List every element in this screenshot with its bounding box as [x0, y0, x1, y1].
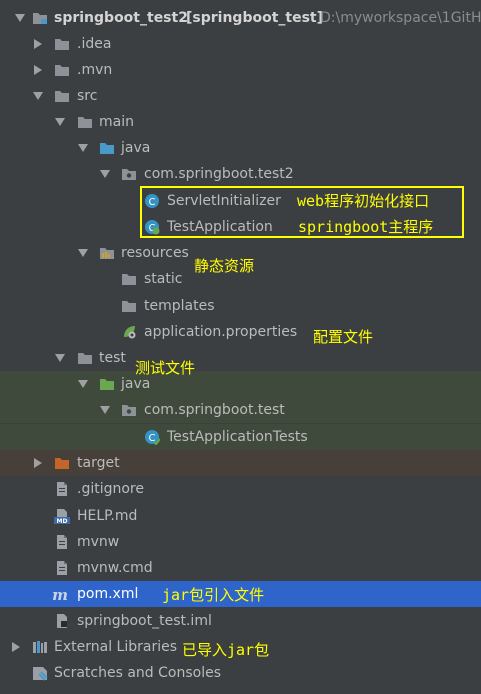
chevron-down-icon[interactable] — [54, 109, 66, 135]
chevron-right-icon[interactable] — [32, 450, 44, 476]
folder-icon — [55, 91, 69, 102]
tree-label: HELP.md — [77, 508, 138, 524]
tree-row-test[interactable]: test — [0, 345, 481, 371]
tree-row-help-md[interactable]: MD HELP.md — [0, 503, 481, 529]
source-folder-icon — [100, 143, 114, 154]
chevron-down-icon[interactable] — [54, 345, 66, 371]
tree-row-gitignore[interactable]: .gitignore — [0, 476, 481, 502]
tree-label: application.properties — [144, 324, 298, 340]
maven-icon: m — [52, 586, 68, 602]
tree-row-scratches[interactable]: Scratches and Consoles — [0, 660, 481, 686]
tree-label: com.springboot.test — [144, 402, 285, 418]
annotation-servlet: web程序初始化接口 — [297, 192, 430, 210]
chevron-right-icon[interactable] — [32, 57, 44, 83]
annotation-ext-libs: 已导入jar包 — [182, 641, 270, 659]
tree-label: java — [121, 140, 151, 156]
module-folder-icon — [33, 13, 47, 24]
tree-label: test — [99, 350, 126, 366]
tree-row-mvnw[interactable]: mvnw — [0, 529, 481, 555]
folder-icon — [78, 353, 92, 364]
folder-icon — [122, 274, 136, 285]
chevron-down-icon[interactable] — [77, 135, 89, 161]
chevron-down-icon[interactable] — [77, 240, 89, 266]
tree-label: .mvn — [77, 62, 113, 78]
folder-icon — [55, 39, 69, 50]
chevron-down-icon[interactable] — [99, 161, 111, 187]
chevron-down-icon[interactable] — [99, 397, 111, 423]
text-file-icon — [57, 482, 67, 496]
chevron-right-icon[interactable] — [10, 634, 22, 660]
tree-row-mvn[interactable]: .mvn — [0, 57, 481, 83]
tree-label: .gitignore — [77, 481, 144, 497]
chevron-down-icon[interactable] — [32, 83, 44, 109]
project-tree: springboot_test2 [springboot_test] D:\my… — [0, 0, 481, 694]
folder-icon — [55, 65, 69, 76]
tree-label: target — [77, 455, 120, 471]
text-file-icon — [57, 535, 67, 549]
spring-properties-icon — [124, 326, 136, 339]
folder-icon — [78, 117, 92, 128]
tree-row-java[interactable]: java — [0, 135, 481, 161]
test-source-folder-icon — [100, 379, 114, 390]
tree-label: static — [144, 271, 183, 287]
module-name: [springboot_test] — [186, 10, 324, 26]
svg-text:MD: MD — [57, 518, 68, 524]
tree-row-src[interactable]: src — [0, 83, 481, 109]
annotation-resources: 静态资源 — [194, 257, 255, 275]
tree-label: External Libraries — [54, 639, 177, 655]
resources-folder-icon — [100, 248, 114, 259]
excluded-folder-icon — [55, 458, 69, 469]
tree-row-application-properties[interactable]: application.properties — [0, 319, 481, 345]
tree-label: src — [77, 88, 98, 104]
tree-label: Scratches and Consoles — [54, 665, 221, 681]
tree-row-test-java[interactable]: java — [0, 371, 481, 397]
tree-row-templates[interactable]: templates — [0, 293, 481, 319]
tree-row-iml[interactable]: springboot_test.iml — [0, 608, 481, 634]
project-name: springboot_test2 — [54, 10, 188, 26]
test-class-icon: C — [145, 430, 160, 445]
tree-label: main — [99, 114, 134, 130]
markdown-file-icon: MD — [54, 509, 70, 524]
chevron-down-icon[interactable] — [14, 5, 26, 31]
annotation-props: 配置文件 — [313, 328, 374, 346]
tree-label: springboot_test.iml — [77, 613, 212, 629]
folder-icon — [122, 301, 136, 312]
tree-row-mvnw-cmd[interactable]: mvnw.cmd — [0, 555, 481, 581]
svg-text:m: m — [52, 586, 68, 602]
annotation-app: springboot主程序 — [298, 218, 434, 236]
project-path: D:\myworkspace\1GitH — [320, 10, 481, 26]
tree-row-package[interactable]: com.springboot.test2 — [0, 161, 481, 187]
text-file-icon — [57, 561, 67, 575]
annotation-pom: jar包引入文件 — [162, 586, 265, 604]
tree-label: TestApplicationTests — [167, 429, 308, 445]
tree-label: pom.xml — [77, 586, 139, 602]
tree-label: mvnw — [77, 534, 120, 550]
tree-row-idea[interactable]: .idea — [0, 31, 481, 57]
tree-row-target[interactable]: target — [0, 450, 481, 476]
library-icon — [33, 641, 47, 653]
tree-row-main[interactable]: main — [0, 109, 481, 135]
tree-label: mvnw.cmd — [77, 560, 153, 576]
annotation-test: 测试文件 — [135, 359, 196, 377]
tree-label: templates — [144, 298, 215, 314]
package-icon — [122, 169, 136, 180]
scratches-icon — [33, 667, 48, 681]
tree-label: .idea — [77, 36, 112, 52]
tree-row-test-application-tests[interactable]: C TestApplicationTests — [0, 424, 481, 450]
chevron-right-icon[interactable] — [32, 31, 44, 57]
package-icon — [122, 405, 136, 416]
tree-row-test-package[interactable]: com.springboot.test — [0, 397, 481, 423]
tree-label: resources — [121, 245, 189, 261]
tree-row-project-root[interactable]: springboot_test2 [springboot_test] D:\my… — [0, 5, 481, 31]
tree-label: com.springboot.test2 — [144, 166, 294, 182]
chevron-down-icon[interactable] — [77, 371, 89, 397]
module-file-icon — [57, 614, 67, 628]
